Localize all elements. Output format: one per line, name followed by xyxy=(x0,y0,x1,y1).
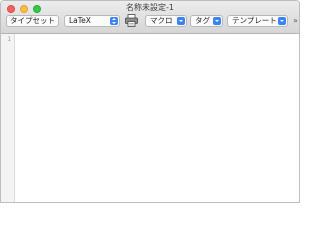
printer-icon[interactable] xyxy=(125,14,138,27)
chevron-down-icon xyxy=(213,17,221,25)
line-number: 1 xyxy=(7,36,11,43)
chevron-down-icon xyxy=(177,17,185,25)
macro-select-value: マクロ xyxy=(150,16,173,25)
toolbar: タイプセット LaTeX マクロ タグ テンプレート » xyxy=(6,14,298,28)
text-editor-area[interactable] xyxy=(15,34,299,202)
app-window: 名称未設定-1 タイプセット LaTeX マクロ タグ テンプレート » 1 xyxy=(0,0,300,203)
editor: 1 xyxy=(1,34,299,202)
macro-select[interactable]: マクロ xyxy=(145,15,187,27)
engine-select-value: LaTeX xyxy=(69,16,91,25)
tag-select[interactable]: タグ xyxy=(190,15,223,27)
chevron-updown-icon xyxy=(110,17,118,25)
template-select-value: テンプレート xyxy=(232,16,277,25)
tag-select-value: タグ xyxy=(195,16,210,25)
toolbar-overflow-button[interactable]: » xyxy=(293,15,298,26)
template-select[interactable]: テンプレート xyxy=(227,15,288,27)
line-number-gutter: 1 xyxy=(1,34,15,202)
engine-select[interactable]: LaTeX xyxy=(64,15,120,27)
title-bar: 名称未設定-1 タイプセット LaTeX マクロ タグ テンプレート » xyxy=(1,1,299,34)
typeset-button[interactable]: タイプセット xyxy=(6,15,59,27)
chevron-down-icon xyxy=(278,17,286,25)
window-title: 名称未設定-1 xyxy=(126,3,174,12)
